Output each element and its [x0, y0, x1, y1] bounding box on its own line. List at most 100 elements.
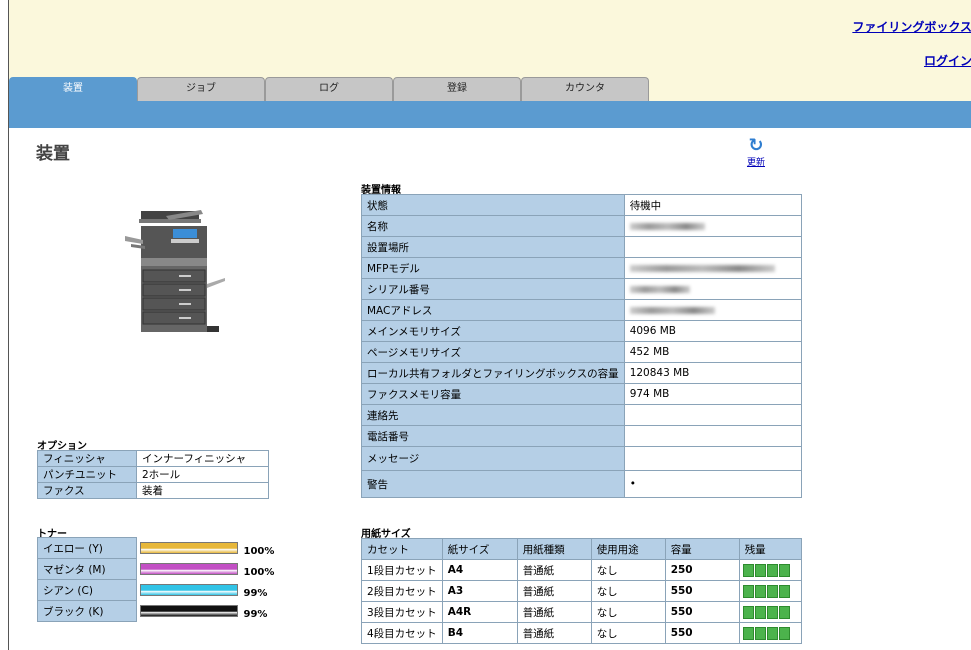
- paper-level-segment: [754, 626, 766, 640]
- paper-capacity: 550: [664, 622, 740, 644]
- paper-level-indicator: [742, 605, 790, 619]
- info-value: 待機中: [623, 194, 803, 216]
- toner-percent-value: 100%: [243, 546, 275, 557]
- login-link[interactable]: ログイン: [924, 52, 971, 69]
- toner-percent: 100%: [239, 559, 275, 580]
- toner-percent: 100%: [239, 538, 275, 559]
- redacted-value: [629, 264, 775, 272]
- toner-label: イエロー (Y): [37, 537, 137, 559]
- info-key: ローカル共有フォルダとファイリングボックスの容量: [361, 362, 625, 384]
- toner-label: シアン (C): [37, 579, 137, 601]
- info-key: 警告: [361, 470, 625, 498]
- table-row: 4段目カセット B4 普通紙 なし 550: [361, 622, 803, 644]
- paper-remaining: [738, 601, 803, 623]
- toner-row: シアン (C) 99%: [37, 579, 275, 601]
- info-key: 設置場所: [361, 236, 625, 258]
- info-value: 974 MB: [623, 383, 803, 405]
- paper-level-segment: [754, 563, 766, 577]
- refresh-button[interactable]: ↻ 更新: [743, 135, 769, 169]
- paper-type: 普通紙: [516, 559, 592, 581]
- table-row: ページメモリサイズ 452 MB: [361, 341, 803, 363]
- info-key: メッセージ: [361, 446, 625, 471]
- toner-level-bar: [140, 605, 238, 617]
- table-row: MFPモデル: [361, 257, 803, 279]
- toner-row: イエロー (Y) 100%: [37, 537, 275, 559]
- table-row: 名称: [361, 215, 803, 237]
- info-key: 連絡先: [361, 404, 625, 426]
- column-header: 使用用途: [590, 538, 666, 560]
- paper-type: 普通紙: [516, 580, 592, 602]
- paper-level-segment: [742, 626, 754, 640]
- option-value: 装着: [136, 482, 269, 499]
- paper-cassette: 2段目カセット: [361, 580, 443, 602]
- info-value: [623, 425, 803, 447]
- paper-remaining: [738, 559, 803, 581]
- refresh-label: 更新: [746, 158, 765, 168]
- option-key: ファクス: [37, 482, 137, 499]
- paper-level-segment: [742, 605, 754, 619]
- table-row: 警告 •: [361, 470, 803, 498]
- redacted-value: [629, 222, 705, 230]
- info-value: [623, 215, 803, 237]
- paper-cassette: 3段目カセット: [361, 601, 443, 623]
- paper-level-segment: [778, 563, 790, 577]
- refresh-icon: ↻: [748, 135, 764, 156]
- table-row: メッセージ: [361, 446, 803, 471]
- info-key: 名称: [361, 215, 625, 237]
- table-row: シリアル番号: [361, 278, 803, 300]
- toner-bar-cell: [137, 601, 239, 622]
- table-row: 2段目カセット A3 普通紙 なし 550: [361, 580, 803, 602]
- option-value: インナーフィニッシャ: [136, 450, 269, 467]
- option-value: 2ホール: [136, 466, 269, 483]
- paper-level-indicator: [742, 626, 790, 640]
- toner-label: マゼンタ (M): [37, 558, 137, 580]
- info-value: 120843 MB: [623, 362, 803, 384]
- tab-content-bar: [9, 101, 971, 128]
- paper-level-segment: [766, 626, 778, 640]
- paper-size: A4: [441, 559, 518, 581]
- table-row: ローカル共有フォルダとファイリングボックスの容量 120843 MB: [361, 362, 803, 384]
- toner-level-bar: [140, 542, 238, 554]
- column-header: 紙サイズ: [441, 538, 518, 560]
- toner-percent-value: 100%: [243, 567, 275, 578]
- paper-level-segment: [766, 563, 778, 577]
- paper-level-segment: [742, 563, 754, 577]
- info-value: •: [623, 470, 803, 498]
- page-title: 装置: [36, 144, 70, 164]
- table-row: パンチユニット 2ホール: [37, 466, 269, 483]
- info-value: 4096 MB: [623, 320, 803, 342]
- paper-remaining: [738, 622, 803, 644]
- info-key: MFPモデル: [361, 257, 625, 279]
- paper-type: 普通紙: [516, 622, 592, 644]
- column-header: 用紙種類: [516, 538, 592, 560]
- toner-percent-value: 99%: [243, 588, 268, 599]
- table-row: メインメモリサイズ 4096 MB: [361, 320, 803, 342]
- info-value: [623, 299, 803, 321]
- table-header-row: カセット 紙サイズ 用紙種類 使用用途 容量 残量: [361, 538, 803, 560]
- filing-box-link[interactable]: ファイリングボックス: [852, 18, 971, 35]
- table-row: ファクスメモリ容量 974 MB: [361, 383, 803, 405]
- paper-size: B4: [441, 622, 518, 644]
- paper-remaining: [738, 580, 803, 602]
- paper-size: A3: [441, 580, 518, 602]
- info-key: ファクスメモリ容量: [361, 383, 625, 405]
- info-value: [623, 404, 803, 426]
- paper-level-indicator: [742, 584, 790, 598]
- paper-level-segment: [766, 605, 778, 619]
- info-value: [623, 257, 803, 279]
- info-value: [623, 446, 803, 471]
- paper-cassette: 1段目カセット: [361, 559, 443, 581]
- toner-level-bar: [140, 563, 238, 575]
- paper-level-indicator: [742, 563, 790, 577]
- app-frame: ファイリングボックス ログイン 装置 ジョブ ログ 登録 カウンタ 装置 ↻ 更…: [8, 0, 971, 650]
- table-row: 1段目カセット A4 普通紙 なし 250: [361, 559, 803, 581]
- column-header: カセット: [361, 538, 443, 560]
- toner-table: イエロー (Y) 100% マゼンタ (M) 100% シアン (C) 99% …: [37, 537, 275, 622]
- paper-use: なし: [590, 601, 666, 623]
- table-row: 3段目カセット A4R 普通紙 なし 550: [361, 601, 803, 623]
- column-header: 容量: [664, 538, 740, 560]
- paper-use: なし: [590, 580, 666, 602]
- paper-level-segment: [778, 626, 790, 640]
- paper-size: A4R: [441, 601, 518, 623]
- paper-level-segment: [778, 584, 790, 598]
